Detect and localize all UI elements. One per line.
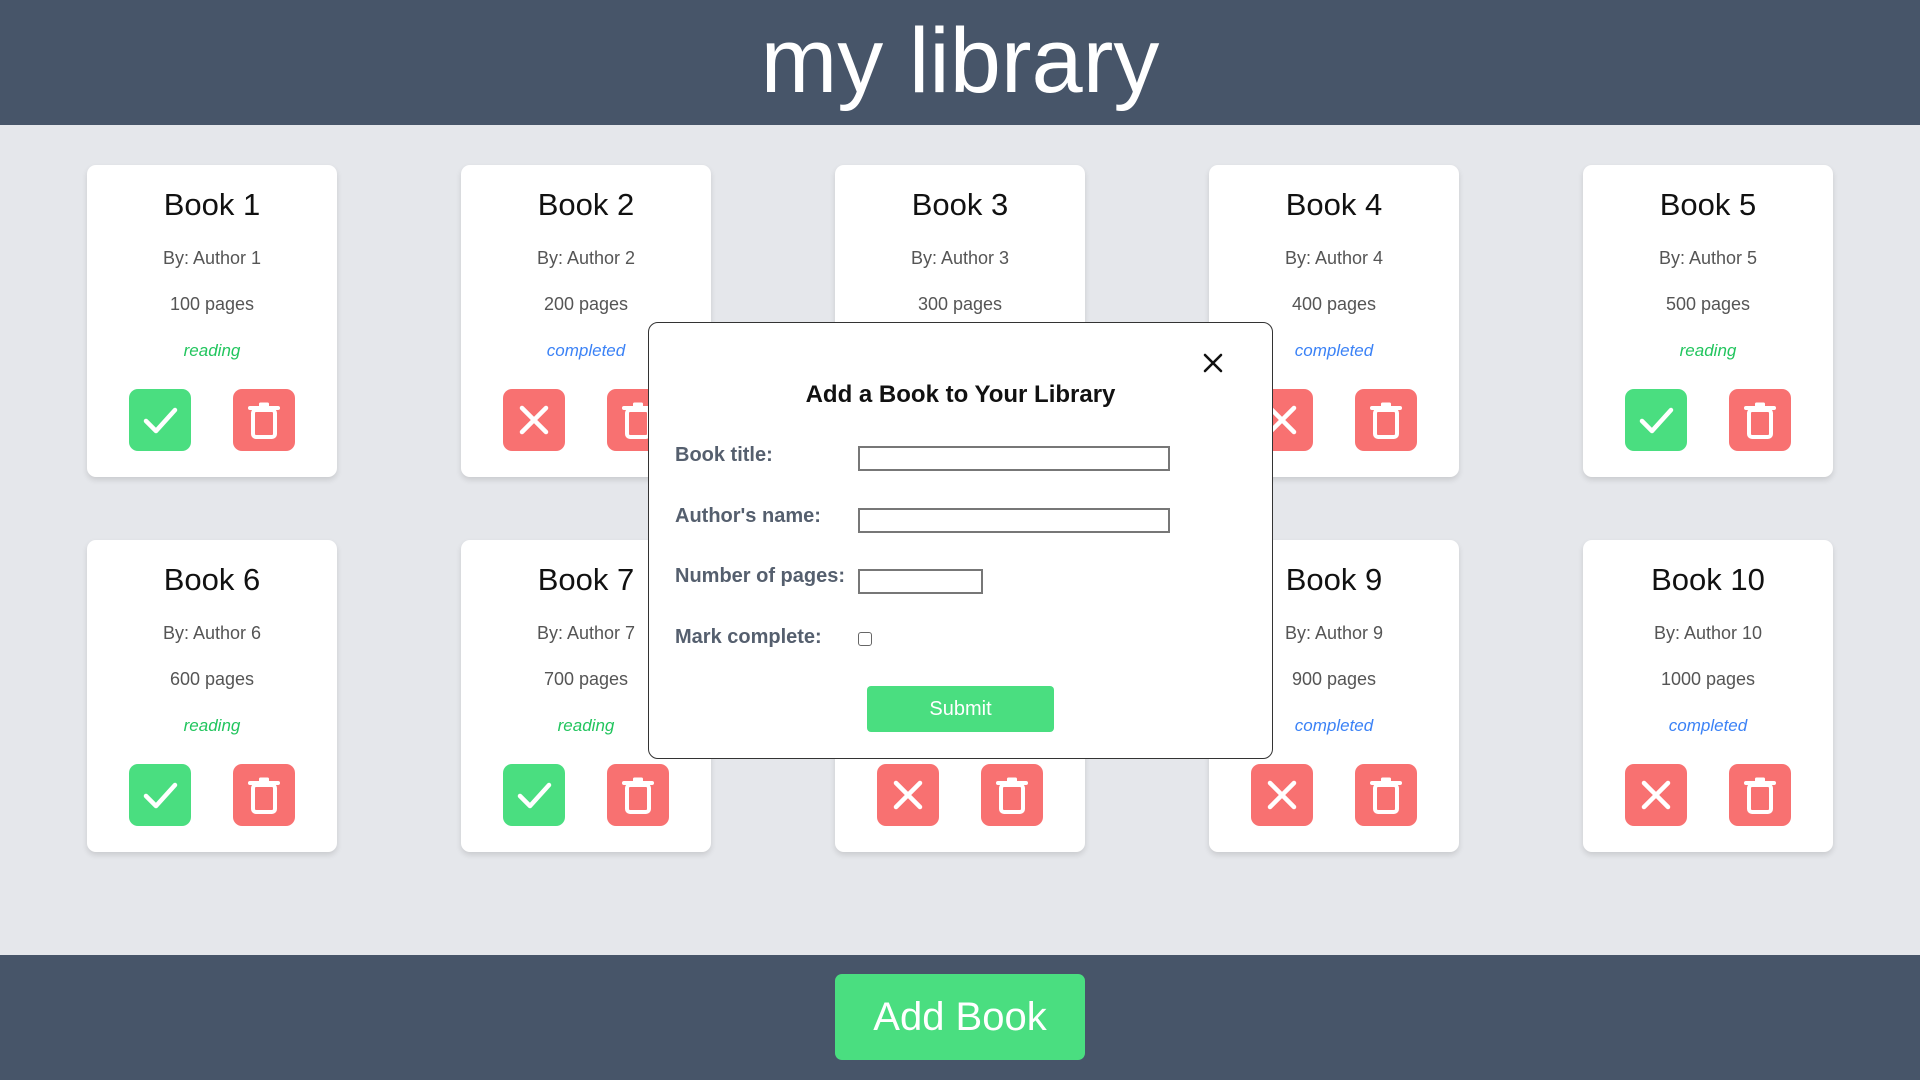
x-icon [519, 405, 549, 435]
pages-label: Number of pages: [675, 565, 846, 587]
book-title: Book 5 [1659, 187, 1757, 222]
book-author: By: Author 3 [910, 248, 1010, 268]
delete-book-button[interactable] [1355, 389, 1417, 451]
book-title: Book 6 [163, 562, 261, 597]
book-card: Book 6 By: Author 6 600 pages reading [87, 540, 337, 852]
book-pages: 600 pages [169, 669, 255, 689]
delete-book-button[interactable] [1729, 389, 1791, 451]
book-pages: 500 pages [1665, 294, 1751, 314]
book-title: Book 10 [1651, 562, 1765, 597]
trash-icon [1744, 402, 1776, 439]
book-pages: 1000 pages [1660, 669, 1756, 689]
author-name-label: Author's name: [675, 505, 821, 527]
pages-input[interactable] [858, 569, 983, 594]
book-pages: 300 pages [917, 294, 1003, 314]
book-card: Book 10 By: Author 10 1000 pages completed [1583, 540, 1833, 852]
book-title: Book 2 [537, 187, 635, 222]
x-icon [1267, 780, 1297, 810]
delete-book-button[interactable] [607, 764, 669, 826]
add-book-dialog: Add a Book to Your Library Book title: A… [648, 322, 1273, 759]
mark-incomplete-button[interactable] [503, 389, 565, 451]
complete-label: Mark complete: [675, 626, 822, 648]
mark-incomplete-button[interactable] [877, 764, 939, 826]
add-book-button[interactable]: Add Book [835, 974, 1085, 1060]
check-icon [517, 782, 552, 809]
book-title-input[interactable] [858, 446, 1170, 471]
book-title: Book 1 [163, 187, 261, 222]
check-icon [143, 782, 178, 809]
book-author: By: Author 4 [1284, 248, 1384, 268]
author-name-input[interactable] [858, 508, 1170, 533]
book-pages: 100 pages [169, 294, 255, 314]
book-card: Book 1 By: Author 1 100 pages reading [87, 165, 337, 477]
app-header: my library [0, 0, 1920, 125]
mark-complete-button[interactable] [129, 389, 191, 451]
trash-icon [248, 402, 280, 439]
check-icon [143, 407, 178, 434]
dialog-title: Add a Book to Your Library [805, 381, 1116, 408]
trash-icon [248, 777, 280, 814]
x-icon [1641, 780, 1671, 810]
book-author: By: Author 5 [1658, 248, 1758, 268]
book-title: Book 3 [911, 187, 1009, 222]
x-icon [893, 780, 923, 810]
page-title: my library [760, 9, 1160, 112]
book-pages: 200 pages [543, 294, 629, 314]
trash-icon [996, 777, 1028, 814]
delete-book-button[interactable] [981, 764, 1043, 826]
book-status: reading [183, 341, 241, 360]
app-footer: Add Book [0, 955, 1920, 1080]
book-author: By: Author 10 [1653, 623, 1763, 643]
book-card: Book 5 By: Author 5 500 pages reading [1583, 165, 1833, 477]
trash-icon [1370, 777, 1402, 814]
book-author: By: Author 6 [162, 623, 262, 643]
book-status: reading [1679, 341, 1737, 360]
book-status: reading [183, 716, 241, 735]
check-icon [1639, 407, 1674, 434]
book-author: By: Author 2 [536, 248, 636, 268]
trash-icon [1744, 777, 1776, 814]
mark-complete-button[interactable] [1625, 389, 1687, 451]
mark-complete-button[interactable] [129, 764, 191, 826]
mark-incomplete-button[interactable] [1625, 764, 1687, 826]
close-icon[interactable] [1201, 351, 1225, 375]
delete-book-button[interactable] [1729, 764, 1791, 826]
delete-book-button[interactable] [1355, 764, 1417, 826]
delete-book-button[interactable] [233, 764, 295, 826]
mark-complete-button[interactable] [503, 764, 565, 826]
book-author: By: Author 1 [162, 248, 262, 268]
book-status: completed [1668, 716, 1748, 735]
book-pages: 400 pages [1291, 294, 1377, 314]
delete-book-button[interactable] [233, 389, 295, 451]
trash-icon [622, 777, 654, 814]
mark-incomplete-button[interactable] [1251, 764, 1313, 826]
book-title-label: Book title: [675, 444, 773, 466]
book-title: Book 4 [1285, 187, 1383, 222]
mark-complete-checkbox[interactable] [858, 632, 872, 646]
submit-button[interactable]: Submit [867, 686, 1054, 732]
trash-icon [1370, 402, 1402, 439]
